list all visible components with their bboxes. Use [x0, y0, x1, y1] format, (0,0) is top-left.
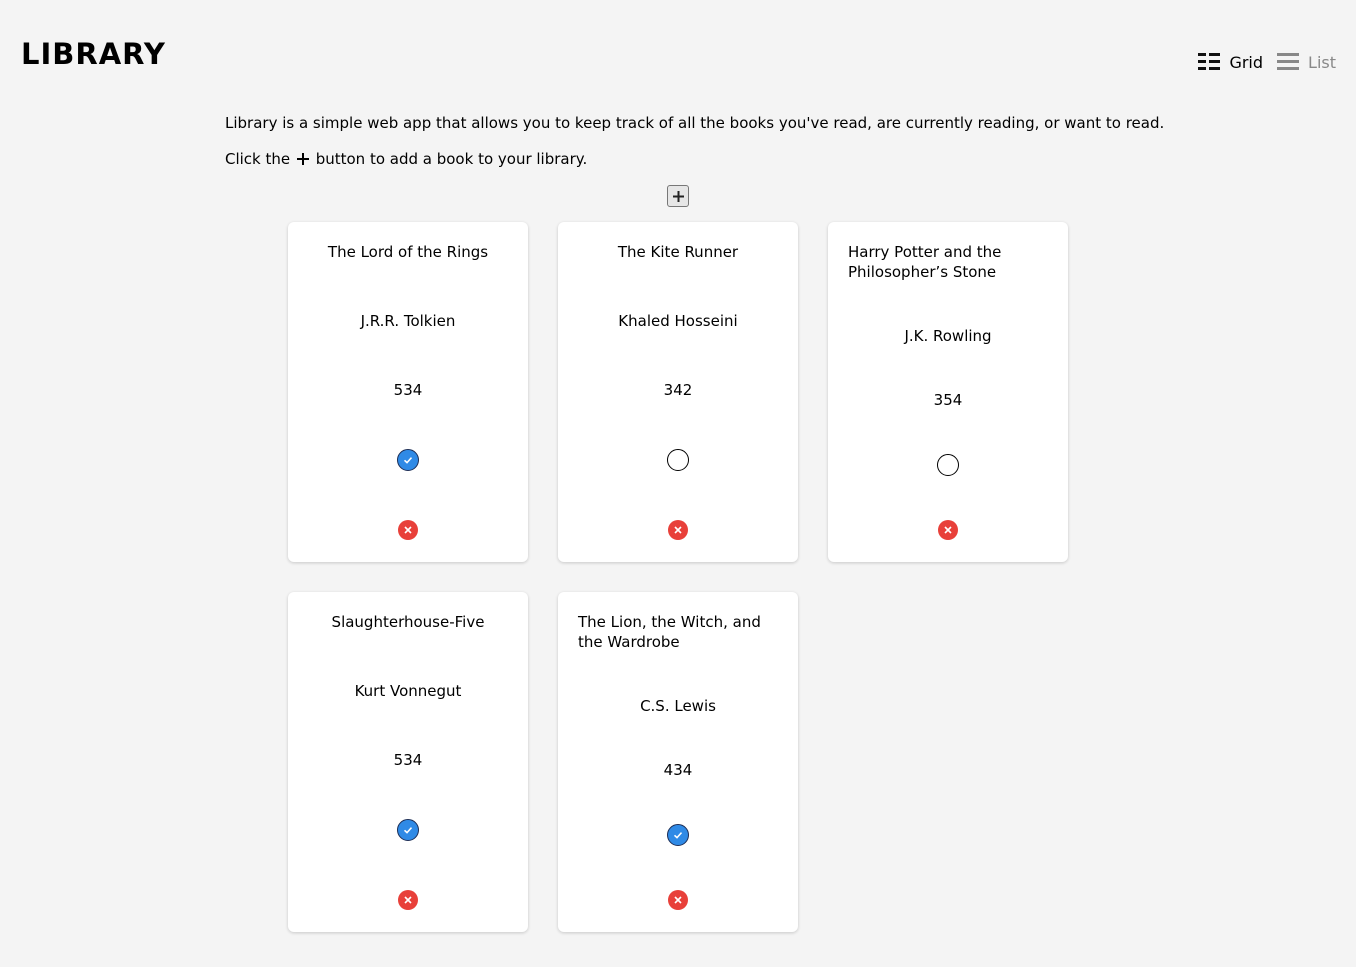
intro-text: Library is a simple web app that allows … — [225, 113, 1164, 185]
book-author: Kurt Vonnegut — [354, 682, 462, 700]
book-card: The Kite Runner Khaled Hosseini 342 — [558, 222, 798, 562]
book-author: Khaled Hosseini — [618, 312, 738, 330]
grid-view-label: Grid — [1229, 52, 1264, 72]
remove-book-button[interactable] — [398, 520, 418, 540]
book-card: Slaughterhouse-Five Kurt Vonnegut 534 — [288, 592, 528, 932]
book-author: C.S. Lewis — [640, 697, 716, 715]
book-author: J.R.R. Tolkien — [360, 312, 456, 330]
close-icon — [404, 526, 412, 534]
close-icon — [674, 896, 682, 904]
close-icon — [674, 526, 682, 534]
book-title: The Lord of the Rings — [327, 243, 489, 261]
remove-book-button[interactable] — [398, 890, 418, 910]
checkmark-icon — [403, 827, 413, 834]
plus-icon — [296, 153, 309, 165]
book-card: The Lord of the Rings J.R.R. Tolkien 534 — [288, 222, 528, 562]
close-icon — [944, 526, 952, 534]
grid-view-button[interactable]: Grid — [1198, 52, 1263, 72]
intro-description: Library is a simple web app that allows … — [225, 114, 1165, 132]
book-author: J.K. Rowling — [904, 327, 992, 345]
book-title: Slaughterhouse-Five — [331, 613, 485, 631]
plus-icon — [672, 190, 684, 202]
book-title: The Lion, the Witch, and the Wardrobe — [578, 613, 761, 651]
view-toggle: Grid List — [1198, 52, 1336, 72]
read-status-toggle[interactable] — [397, 449, 419, 471]
read-status-toggle[interactable] — [937, 454, 959, 476]
book-card: The Lion, the Witch, and the Wardrobe C.… — [558, 592, 798, 932]
app-logo: LIBRARY — [21, 37, 166, 71]
list-view-label: List — [1308, 52, 1336, 72]
checkmark-icon — [673, 832, 683, 839]
remove-book-button[interactable] — [938, 520, 958, 540]
book-pages: 534 — [393, 381, 423, 399]
grid-icon — [1198, 53, 1221, 70]
remove-book-button[interactable] — [668, 520, 688, 540]
read-status-toggle[interactable] — [667, 449, 689, 471]
book-pages: 354 — [933, 391, 963, 409]
book-title: The Kite Runner — [617, 243, 739, 261]
read-status-toggle[interactable] — [667, 824, 689, 846]
book-pages: 434 — [663, 761, 693, 779]
add-book-button[interactable] — [667, 185, 689, 207]
checkmark-icon — [403, 457, 413, 464]
book-title: Harry Potter and the Philosopher’s Stone — [848, 243, 1002, 281]
remove-book-button[interactable] — [668, 890, 688, 910]
read-status-toggle[interactable] — [397, 819, 419, 841]
list-icon — [1277, 53, 1300, 70]
book-pages: 534 — [393, 751, 423, 769]
book-pages: 342 — [663, 381, 693, 399]
intro-instruction: Click the button to add a book to your l… — [225, 150, 588, 168]
book-card: Harry Potter and the Philosopher’s Stone… — [828, 222, 1068, 562]
list-view-button[interactable]: List — [1277, 52, 1336, 72]
close-icon — [404, 896, 412, 904]
